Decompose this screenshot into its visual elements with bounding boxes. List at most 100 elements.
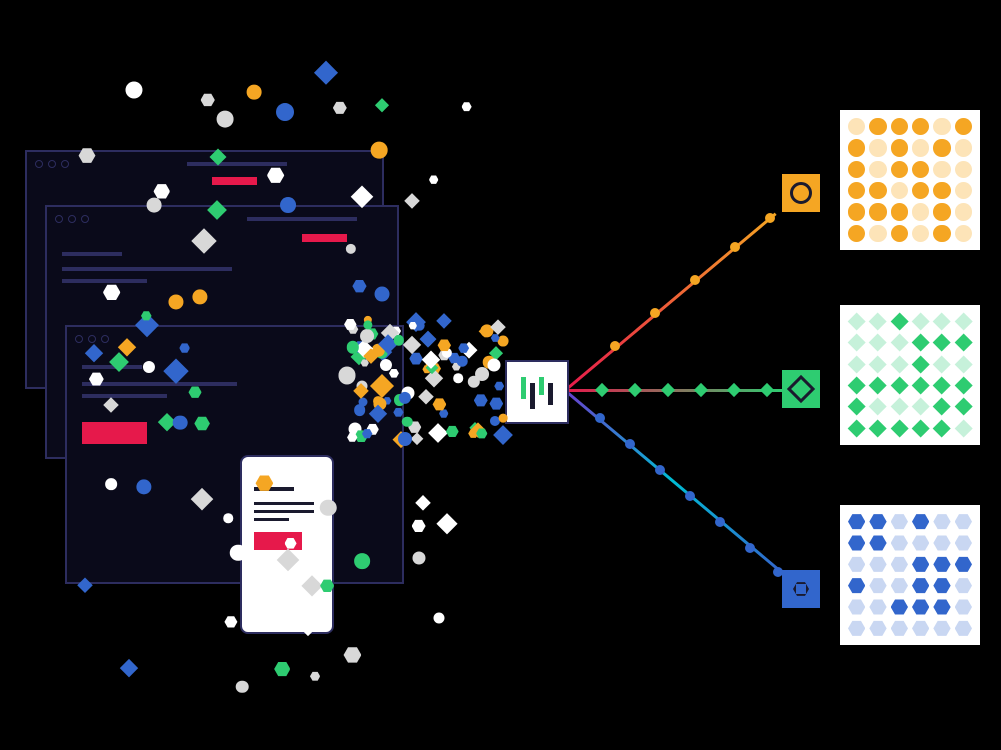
grid-cell bbox=[912, 118, 929, 135]
grid-cell bbox=[891, 182, 908, 199]
grid-cell bbox=[912, 182, 929, 199]
path-marker bbox=[628, 383, 642, 397]
grid-cell bbox=[869, 312, 887, 330]
particle bbox=[433, 397, 447, 411]
grid-cell bbox=[912, 598, 929, 615]
particle bbox=[499, 414, 508, 423]
data-grid-orange bbox=[840, 110, 980, 250]
particle bbox=[404, 193, 420, 209]
particle bbox=[433, 613, 444, 624]
bars-icon bbox=[519, 379, 555, 405]
grid-cell bbox=[890, 355, 908, 373]
particle bbox=[280, 197, 296, 213]
grid-cell bbox=[891, 203, 908, 220]
accent-button bbox=[82, 422, 147, 444]
grid-cell bbox=[890, 334, 908, 352]
grid-cell bbox=[955, 161, 972, 178]
grid-cell bbox=[933, 419, 951, 437]
particle bbox=[415, 495, 431, 511]
data-grid-blue bbox=[840, 505, 980, 645]
grid-cell bbox=[848, 203, 865, 220]
grid-cell bbox=[869, 598, 886, 615]
particle bbox=[457, 356, 468, 367]
path-marker bbox=[655, 465, 665, 475]
grid-cell bbox=[933, 513, 950, 530]
grid-cell bbox=[869, 577, 886, 594]
particle bbox=[476, 367, 490, 381]
particle bbox=[446, 425, 459, 438]
grid-cell bbox=[848, 161, 865, 178]
grid-cell bbox=[933, 620, 950, 637]
grid-cell bbox=[911, 334, 929, 352]
grid-cell bbox=[933, 182, 950, 199]
grid-cell bbox=[891, 598, 908, 615]
grid-cell bbox=[954, 334, 972, 352]
particle bbox=[276, 103, 294, 121]
grid-cell bbox=[890, 398, 908, 416]
grid-cell bbox=[848, 556, 865, 573]
grid-cell bbox=[911, 419, 929, 437]
grid-cell bbox=[848, 513, 865, 530]
grid-cell bbox=[933, 598, 950, 615]
particle bbox=[310, 671, 320, 681]
window-controls-icon bbox=[35, 160, 69, 168]
grid-cell bbox=[848, 598, 865, 615]
path-marker bbox=[661, 383, 675, 397]
path-marker bbox=[730, 242, 740, 252]
grid-cell bbox=[869, 398, 887, 416]
particle bbox=[410, 432, 423, 445]
grid-cell bbox=[869, 355, 887, 373]
grid-cell bbox=[869, 534, 886, 551]
particle bbox=[125, 81, 142, 98]
grid-cell bbox=[847, 398, 865, 416]
grid-cell bbox=[954, 419, 972, 437]
grid-cell bbox=[891, 513, 908, 530]
path-marker bbox=[694, 383, 708, 397]
grid-cell bbox=[955, 598, 972, 615]
grid-cell bbox=[912, 161, 929, 178]
grid-cell bbox=[954, 312, 972, 330]
particle bbox=[399, 392, 411, 404]
particle bbox=[217, 111, 234, 128]
path-marker bbox=[610, 341, 620, 351]
output-node-blue bbox=[782, 570, 820, 608]
grid-cell bbox=[869, 556, 886, 573]
path-marker bbox=[745, 543, 755, 553]
grid-cell bbox=[911, 398, 929, 416]
path-marker bbox=[715, 517, 725, 527]
grid-cell bbox=[848, 118, 865, 135]
processor-node bbox=[505, 360, 569, 424]
grid-cell bbox=[955, 139, 972, 156]
particle bbox=[493, 425, 513, 445]
particle bbox=[120, 659, 138, 677]
particle bbox=[428, 423, 448, 443]
grid-cell bbox=[891, 139, 908, 156]
particle bbox=[418, 389, 434, 405]
grid-cell bbox=[933, 334, 951, 352]
grid-cell bbox=[912, 620, 929, 637]
particle bbox=[419, 330, 436, 347]
path-marker bbox=[595, 383, 609, 397]
grid-cell bbox=[933, 355, 951, 373]
particle bbox=[376, 98, 390, 112]
particle bbox=[333, 101, 347, 115]
grid-cell bbox=[933, 398, 951, 416]
particle bbox=[338, 367, 355, 384]
grid-cell bbox=[847, 334, 865, 352]
window-controls-icon bbox=[75, 335, 109, 343]
grid-cell bbox=[955, 513, 972, 530]
output-node-green bbox=[782, 370, 820, 408]
particle bbox=[236, 680, 249, 693]
grid-cell bbox=[890, 376, 908, 394]
particle bbox=[146, 198, 161, 213]
particle bbox=[412, 519, 426, 533]
particle bbox=[498, 336, 509, 347]
particle bbox=[375, 287, 390, 302]
particle bbox=[371, 142, 388, 159]
circle-icon bbox=[790, 182, 812, 204]
grid-cell bbox=[933, 118, 950, 135]
particle bbox=[360, 329, 374, 343]
window-controls-icon bbox=[55, 215, 89, 223]
grid-cell bbox=[911, 312, 929, 330]
grid-cell bbox=[933, 161, 950, 178]
